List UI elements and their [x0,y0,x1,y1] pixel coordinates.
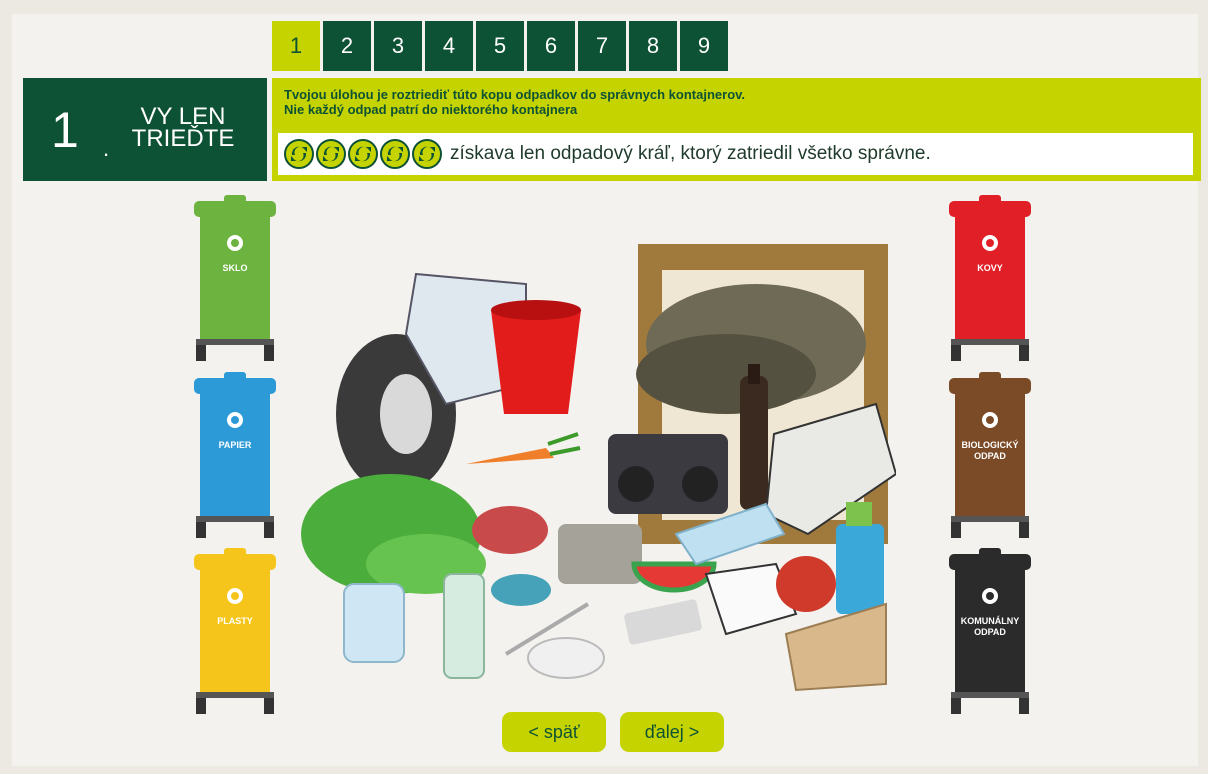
tab-step-9[interactable]: 9 [680,21,728,71]
step-tabs: 1 2 3 4 5 6 7 8 9 [272,21,728,71]
tin-can[interactable] [491,574,551,606]
pizza-box[interactable] [784,602,887,692]
bin-label: PAPIER [218,440,252,450]
glass-jar[interactable] [343,583,405,663]
carrot[interactable] [466,432,581,464]
tab-step-6[interactable]: 6 [527,21,575,71]
level-name-line2: TRIEĎTE [131,125,235,152]
bin-left-0[interactable]: SKLO [190,195,280,365]
plate[interactable] [527,637,605,679]
instruction-text: Tvojou úlohou je roztriediť túto kopu od… [284,87,745,117]
instruction-line2: Nie každý odpad patrí do niektorého kont… [284,102,578,117]
back-button[interactable]: < späť [502,712,606,752]
tab-step-4[interactable]: 4 [425,21,473,71]
tab-step-1[interactable]: 1 [272,21,320,71]
reward-box: získava len odpadový kráľ, ktorý zatried… [278,133,1193,175]
glass-bottle[interactable] [443,573,485,679]
tab-step-2[interactable]: 2 [323,21,371,71]
recycle-coin-icon [380,139,410,169]
next-button[interactable]: ďalej > [620,712,724,752]
bin-icon [949,195,1031,361]
recycle-coin-icon [316,139,346,169]
radio[interactable] [608,434,728,514]
steak[interactable] [472,506,548,554]
bin-label: KOMUNÁLNY ODPAD [960,616,1020,637]
bin-icon [194,548,276,714]
reward-text: získava len odpadový kráľ, ktorý zatried… [450,143,931,164]
bin-left-1[interactable]: PAPIER [190,372,280,542]
bin-icon [194,372,276,538]
tab-step-8[interactable]: 8 [629,21,677,71]
pill-blister[interactable] [623,599,702,646]
bin-right-1[interactable]: BIOLOGICKÝ ODPAD [945,372,1035,542]
wine-bottle[interactable] [740,364,768,510]
bin-right-2[interactable]: KOMUNÁLNY ODPAD [945,548,1035,718]
level-title: 1 . VY LEN TRIEĎTE [23,78,267,181]
bin-left-2[interactable]: PLASTY [190,548,280,718]
level-number-dot: . [103,136,110,161]
bin-icon [194,195,276,361]
recycle-coin-icon [284,139,314,169]
bin-label: BIOLOGICKÝ ODPAD [961,440,1019,461]
instruction-panel: Tvojou úlohou je roztriediť túto kopu od… [272,78,1201,181]
tab-step-5[interactable]: 5 [476,21,524,71]
recycle-coin-icon [412,139,442,169]
level-name: VY LEN TRIEĎTE [123,105,243,152]
egg-carton[interactable] [558,524,642,584]
bin-label: PLASTY [217,616,253,626]
bin-label: SKLO [222,263,248,273]
red-bucket[interactable] [491,300,581,414]
tab-step-3[interactable]: 3 [374,21,422,71]
level-number: 1 [51,102,79,158]
bin-right-0[interactable]: KOVY [945,195,1035,365]
instruction-line1: Tvojou úlohou je roztriediť túto kopu od… [284,87,746,102]
recycle-coin-icon [348,139,378,169]
trash-pile [301,244,896,692]
tab-step-7[interactable]: 7 [578,21,626,71]
bin-label: KOVY [977,263,1003,273]
watermelon[interactable] [631,561,717,593]
apple-core[interactable] [776,556,836,612]
